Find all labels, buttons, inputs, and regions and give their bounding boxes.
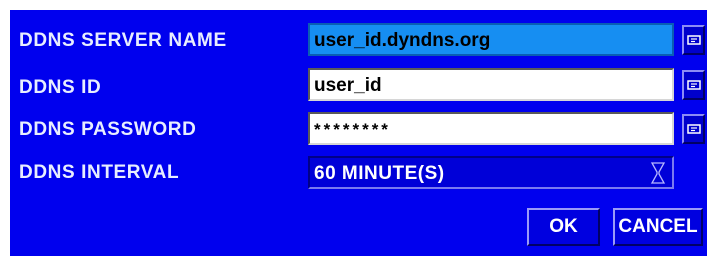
ddns-interval-select[interactable]: 60 MINUTE(S)	[308, 156, 674, 189]
password-keyboard-button[interactable]	[682, 114, 705, 144]
virtual-keyboard-icon	[686, 124, 701, 134]
ddns-id-field[interactable]: user_id	[308, 68, 674, 101]
ddns-server-name-label: DDNS SERVER NAME	[19, 30, 227, 51]
virtual-keyboard-icon	[686, 35, 701, 45]
id-keyboard-button[interactable]	[682, 70, 705, 100]
cancel-button[interactable]: CANCEL	[613, 208, 703, 246]
ddns-server-name-field[interactable]: user_id.dyndns.org	[308, 23, 674, 56]
virtual-keyboard-icon	[686, 80, 701, 90]
ok-button[interactable]: OK	[527, 208, 600, 246]
ddns-password-field[interactable]: ********	[308, 112, 674, 145]
ddns-interval-value: 60 MINUTE(S)	[314, 163, 445, 184]
ddns-id-label: DDNS ID	[19, 77, 102, 98]
hourglass-dropdown-icon	[650, 162, 666, 184]
ddns-interval-label: DDNS INTERVAL	[19, 162, 180, 183]
ddns-password-label: DDNS PASSWORD	[19, 119, 197, 140]
server-name-keyboard-button[interactable]	[682, 25, 705, 55]
ddns-settings-dialog: DDNS SERVER NAME user_id.dyndns.org DDNS…	[10, 10, 707, 256]
